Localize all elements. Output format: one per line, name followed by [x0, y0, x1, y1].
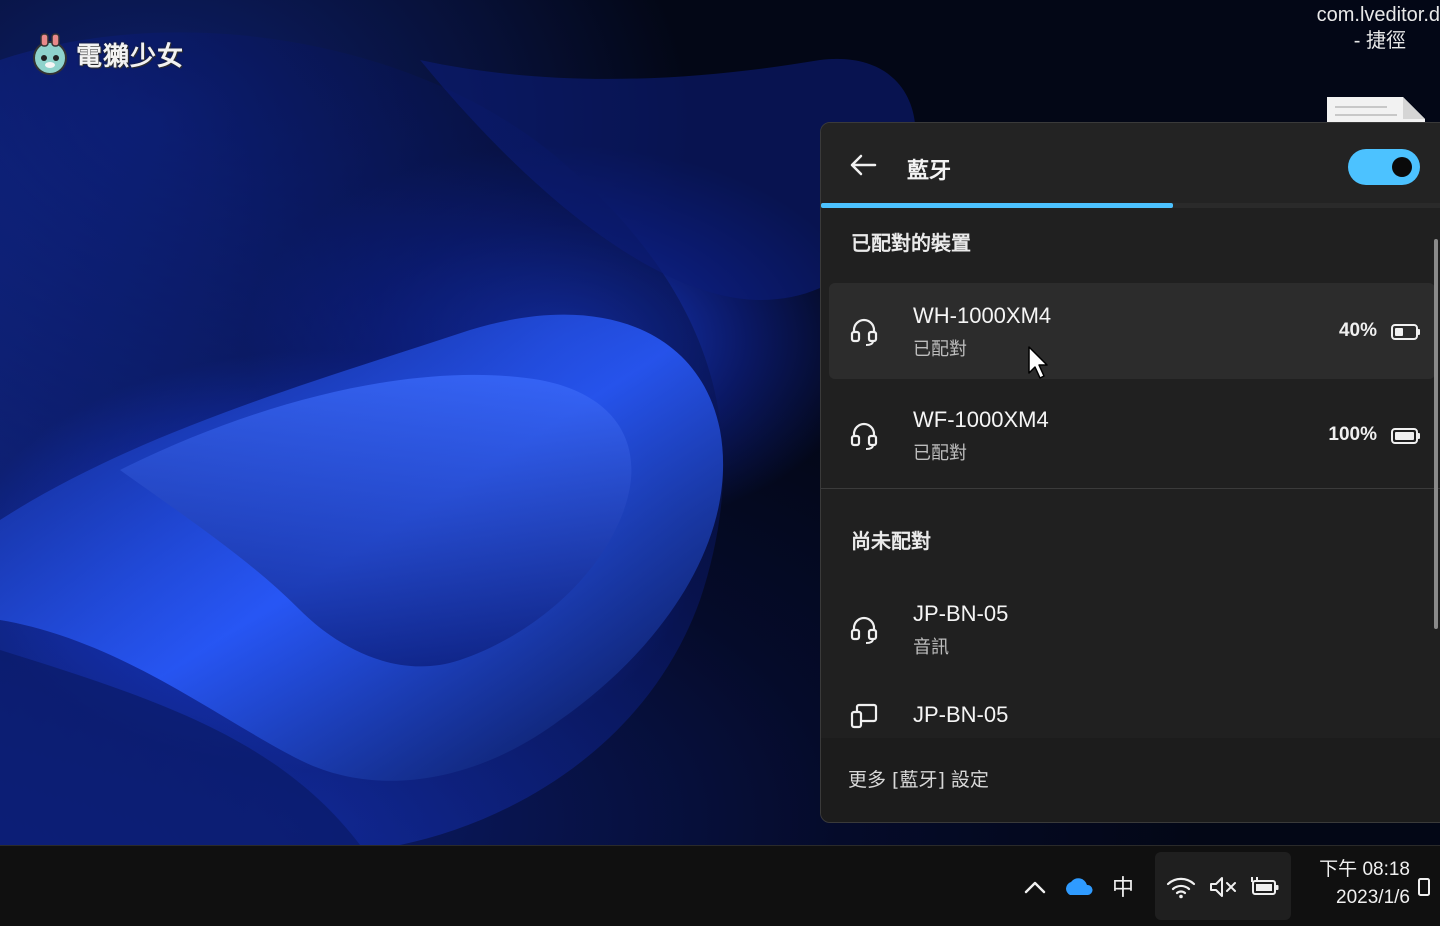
battery-percent: 100% — [1328, 424, 1377, 445]
section-divider — [821, 488, 1440, 489]
scan-progress-track — [821, 203, 1440, 208]
device-status: 已配對 — [913, 443, 967, 464]
clock-time: 下午 08:18 — [1319, 859, 1410, 880]
chevron-up-icon — [1024, 881, 1046, 893]
device-name: JP-BN-05 — [913, 601, 1009, 626]
bluetooth-toggle[interactable] — [1348, 149, 1420, 185]
unpaired-device-row[interactable]: JP-BN-05 音訊 — [829, 581, 1435, 677]
device-name: JP-BN-05 — [913, 702, 1009, 727]
wifi-status — [1163, 846, 1199, 926]
ime-indicator[interactable]: 中 — [1112, 870, 1134, 902]
onedrive-cloud-icon — [1066, 877, 1093, 895]
flyout-title: 藍牙 — [907, 159, 952, 184]
battery-icon — [1391, 324, 1421, 340]
battery-full-icon — [1391, 428, 1421, 444]
clock-date: 2023/1/6 — [1336, 887, 1410, 908]
back-button[interactable] — [845, 147, 881, 183]
otter-mascot-icon — [30, 32, 70, 76]
bluetooth-flyout: 藍牙 已配對的裝置 WH-1000XM4 已配對 40% WF-1000XM4 … — [820, 122, 1440, 823]
show-hidden-icons-button[interactable] — [1018, 846, 1052, 926]
battery-charging-icon — [1251, 876, 1279, 895]
flyout-footer: 更多 [藍牙] 設定 — [821, 738, 1440, 822]
desktop-shortcut-label[interactable]: com.lveditor.d - 捷徑 — [1280, 2, 1440, 54]
scan-progress-fill — [821, 203, 1173, 208]
notification-icon — [1418, 877, 1430, 896]
unpaired-device-row[interactable]: JP-BN-05 — [829, 668, 1435, 738]
device-name: WH-1000XM4 — [913, 303, 1052, 328]
paired-section-title: 已配對的裝置 — [851, 231, 971, 255]
flyout-scrollbar[interactable] — [1434, 239, 1438, 629]
more-bluetooth-settings-link[interactable]: 更多 [藍牙] 設定 — [848, 765, 989, 792]
onedrive-button[interactable] — [1058, 846, 1098, 926]
device-status: 已配對 — [913, 339, 967, 360]
headset-icon — [849, 316, 879, 346]
battery-percent: 40% — [1338, 320, 1377, 341]
shortcut-label-line1: com.lveditor.d — [1316, 4, 1440, 26]
device-status: 音訊 — [913, 637, 949, 658]
taskbar-clock[interactable]: 下午 08:18 2023/1/6 — [1300, 856, 1410, 912]
paired-device-row[interactable]: WH-1000XM4 已配對 40% — [829, 283, 1435, 379]
mouse-cursor-icon — [1027, 345, 1051, 381]
device-name: WF-1000XM4 — [913, 407, 1049, 432]
notification-button[interactable] — [1412, 846, 1436, 926]
phone-device-icon — [849, 701, 879, 731]
paired-device-row[interactable]: WF-1000XM4 已配對 100% — [829, 387, 1435, 483]
battery-status — [1246, 846, 1284, 926]
desktop-file-icon[interactable] — [1327, 95, 1427, 125]
toggle-knob — [1392, 157, 1412, 177]
site-logo: 電獺少女 — [30, 30, 184, 78]
flyout-header: 藍牙 — [821, 123, 1440, 208]
headset-icon — [849, 614, 879, 644]
volume-status — [1205, 846, 1241, 926]
wifi-icon — [1166, 877, 1196, 898]
shortcut-label-line2: - 捷徑 — [1353, 30, 1406, 52]
back-arrow-icon — [850, 154, 877, 176]
unpaired-section-title: 尚未配對 — [851, 529, 931, 553]
volume-muted-icon — [1210, 876, 1236, 897]
taskbar: 中 下午 08:18 2023/1/6 — [0, 845, 1440, 926]
logo-text: 電獺少女 — [76, 41, 185, 72]
headset-icon — [849, 420, 879, 450]
